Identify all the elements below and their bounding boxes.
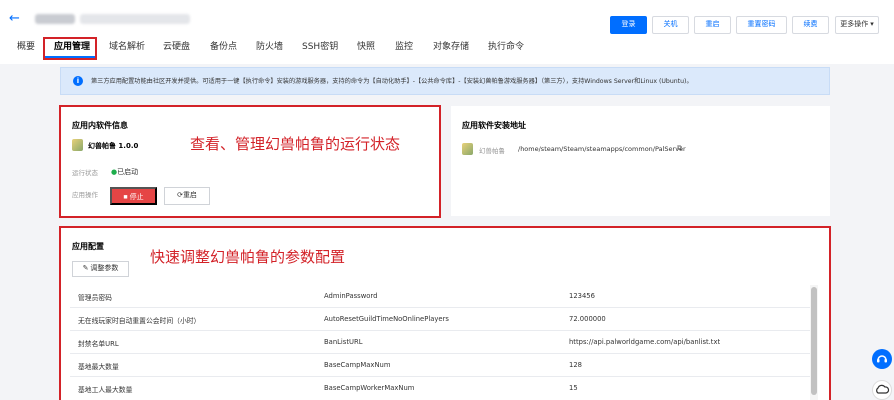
copy-icon[interactable]: ⧉	[677, 144, 682, 153]
reset-password-button[interactable]: 重置密码	[736, 16, 787, 34]
install-app-name: 幻兽帕鲁	[479, 147, 505, 155]
status-annotation-box	[59, 105, 441, 218]
cloud-assistant-icon[interactable]	[872, 380, 892, 400]
tab-annotation-box	[43, 37, 97, 60]
instance-name-blurred	[35, 14, 75, 24]
tab-run-command[interactable]: 执行命令	[488, 41, 524, 53]
info-notice: i 第三方应用配置功能由社区开发并提供。可适用于一键【执行命令】安装的游戏服务器…	[60, 67, 830, 95]
more-actions-dropdown[interactable]: 更多操作 ▾	[835, 16, 879, 34]
shutdown-button[interactable]: 关机	[652, 16, 689, 34]
renew-button[interactable]: 续费	[792, 16, 829, 34]
tab-domain[interactable]: 域名解析	[109, 41, 145, 53]
status-annotation-text: 查看、管理幻兽帕鲁的运行状态	[190, 135, 401, 153]
tab-snapshot[interactable]: 快照	[357, 41, 375, 53]
customer-service-icon[interactable]	[872, 349, 892, 369]
config-annotation-box	[59, 226, 831, 400]
tab-cloud-disk[interactable]: 云硬盘	[163, 41, 190, 53]
tab-backup[interactable]: 备份点	[210, 41, 237, 53]
tab-bar: 概要 应用管理 域名解析 云硬盘 备份点 防火墙 SSH密钥 快照 监控 对象存…	[0, 38, 894, 60]
tab-overview[interactable]: 概要	[17, 41, 35, 53]
info-icon: i	[73, 76, 83, 86]
palworld-app-icon	[462, 143, 473, 155]
tab-ssh-key[interactable]: SSH密钥	[302, 41, 338, 53]
tab-object-storage[interactable]: 对象存储	[433, 41, 469, 53]
arrow-left-icon[interactable]: ←	[9, 12, 20, 26]
tab-firewall[interactable]: 防火墙	[256, 41, 283, 53]
instance-id-blurred	[80, 14, 190, 24]
notice-text: 第三方应用配置功能由社区开发并提供。可适用于一键【执行命令】安装的游戏服务器，支…	[91, 78, 693, 85]
restart-instance-button[interactable]: 重启	[694, 16, 731, 34]
install-title: 应用软件安装地址	[462, 121, 526, 130]
install-path: /home/steam/Steam/steamapps/common/PalSe…	[518, 145, 686, 153]
tab-monitor[interactable]: 监控	[395, 41, 413, 53]
login-button[interactable]: 登录	[610, 16, 647, 34]
